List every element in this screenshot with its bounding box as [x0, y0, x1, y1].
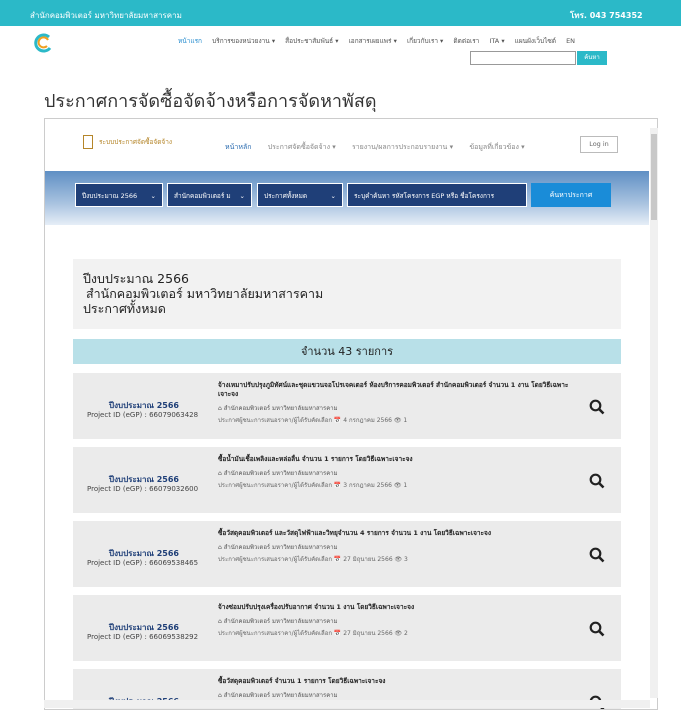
nav-item-pr[interactable]: สื่อประชาสัมพันธ์ ▾ [285, 37, 338, 45]
search-icon[interactable] [589, 547, 605, 563]
type-select[interactable]: ประกาศทั้งหมด ⌄ [257, 183, 343, 207]
inner-nav: ระบบประกาศจัดซื้อจัดจ้าง หน้าหลัก ประกาศ… [45, 119, 649, 171]
main-nav: หน้าแรก บริการของหน่วยงาน ▾ สื่อประชาสัม… [178, 36, 583, 46]
nav-item-sitemap[interactable]: แผนผังเว็บไซต์ [515, 37, 556, 45]
card-meta: ประกาศผู้ชนะการเสนอราคา/ผู้ได้รับคัดเลือ… [218, 417, 408, 424]
site-search-input[interactable] [470, 51, 576, 65]
card-meta: ประกาศผู้ชนะการเสนอราคา/ผู้ได้รับคัดเลือ… [218, 630, 408, 637]
chevron-down-icon: ⌄ [239, 192, 245, 200]
card-org-text: สำนักคอมพิวเตอร์ มหาวิทยาลัยมหาสารคาม [223, 405, 338, 412]
chevron-down-icon: ⌄ [330, 192, 336, 200]
org-select-value: สำนักคอมพิวเตอร์ ม [174, 192, 231, 200]
card-org: ⌂ สำนักคอมพิวเตอร์ มหาวิทยาลัยมหาสารคาม [218, 542, 338, 552]
card-org: ⌂ สำนักคอมพิวเตอร์ มหาวิทยาลัยมหาสารคาม [218, 616, 338, 626]
nav-item-contact[interactable]: ติดต่อเรา [453, 37, 479, 45]
vertical-scrollbar[interactable] [650, 128, 658, 698]
inner-link-reports[interactable]: รายงาน/ผลการประกอบรายงาน ▾ [352, 143, 453, 151]
procurement-logo-icon [83, 135, 93, 149]
card-org-text: สำนักคอมพิวเตอร์ มหาวิทยาลัยมหาสารคาม [223, 544, 338, 551]
search-icon[interactable] [589, 621, 605, 637]
header-year: ปีงบประมาณ 2566 [83, 271, 189, 286]
card-title[interactable]: ซื้อวัสดุคอมพิวเตอร์ จำนวน 1 รายการ โดยว… [218, 677, 573, 686]
inner-link-home[interactable]: หน้าหลัก [225, 143, 251, 151]
inner-link-related[interactable]: ข้อมูลที่เกี่ยวข้อง ▾ [469, 143, 524, 151]
card-org-text: สำนักคอมพิวเตอร์ มหาวิทยาลัยมหาสารคาม [223, 470, 338, 477]
card-title[interactable]: ซื้อน้ำมันเชื้อเพลิงและหล่อลื่น จำนวน 1 … [218, 455, 573, 464]
card-project-id: Project ID (eGP) : 66079032600 [87, 485, 199, 493]
card-org: ⌂ สำนักคอมพิวเตอร์ มหาวิทยาลัยมหาสารคาม [218, 403, 338, 413]
inner-link-announcements[interactable]: ประกาศจัดซื้อจัดจ้าง ▾ [268, 143, 336, 151]
result-count: จำนวน 43 รายการ [73, 339, 621, 364]
year-select-value: ปีงบประมาณ 2566 [82, 192, 138, 200]
nav-item-ita[interactable]: ITA ▾ [489, 37, 504, 45]
project-search-input[interactable]: ระบุคำค้นหา รหัสโครงการ EGP หรือ ชื่อโคร… [347, 183, 527, 207]
top-bar-phone: โทร. 043 754352 [570, 11, 643, 20]
card-project-id: Project ID (eGP) : 66069538465 [87, 559, 199, 567]
card-meta: ประกาศผู้ชนะการเสนอราคา/ผู้ได้รับคัดเลือ… [218, 556, 408, 563]
site-logo-icon[interactable] [32, 32, 54, 54]
top-bar-org[interactable]: สำนักคอมพิวเตอร์ มหาวิทยาลัยมหาสารคาม [30, 9, 182, 22]
list-item[interactable]: ปีงบประมาณ 2566 Project ID (eGP) : 66069… [73, 521, 621, 587]
card-project-id: Project ID (eGP) : 66079063428 [87, 411, 199, 419]
page-title: ประกาศการจัดซื้อจัดจ้างหรือการจัดหาพัสดุ [44, 91, 377, 112]
year-select[interactable]: ปีงบประมาณ 2566 ⌄ [75, 183, 163, 207]
site-search-button[interactable]: ค้นหา [577, 51, 607, 65]
card-title[interactable]: จ้างเหมาปรับปรุงภูมิทัศน์และชุดแขวนจอโปร… [218, 381, 573, 399]
horizontal-scrollbar[interactable] [44, 700, 650, 708]
card-title[interactable]: ซื้อวัสดุคอมพิวเตอร์ และวัสดุไฟฟ้าและวิท… [218, 529, 573, 538]
chevron-down-icon: ⌄ [150, 192, 156, 200]
list-item[interactable]: ปีงบประมาณ 2566 Project ID (eGP) : 66069… [73, 595, 621, 661]
list-item[interactable]: ปีงบประมาณ 2566 Project ID (eGP) : 66079… [73, 447, 621, 513]
card-org: ⌂ สำนักคอมพิวเตอร์ มหาวิทยาลัยมหาสารคาม [218, 468, 338, 478]
search-announcements-button[interactable]: ค้นหาประกาศ [531, 183, 611, 207]
card-meta: ประกาศผู้ชนะการเสนอราคา/ผู้ได้รับคัดเลือ… [218, 482, 408, 489]
card-org-text: สำนักคอมพิวเตอร์ มหาวิทยาลัยมหาสารคาม [223, 692, 338, 699]
nav-item-services[interactable]: บริการของหน่วยงาน ▾ [212, 37, 275, 45]
header-org: สำนักคอมพิวเตอร์ มหาวิทยาลัยมหาสารคาม [86, 286, 324, 301]
org-select[interactable]: สำนักคอมพิวเตอร์ ม ⌄ [167, 183, 252, 207]
filter-banner: ปีงบประมาณ 2566 ⌄ สำนักคอมพิวเตอร์ ม ⌄ ป… [45, 171, 649, 225]
card-title[interactable]: จ้างซ่อมปรับปรุงเครื่องปรับอากาศ จำนวน 1… [218, 603, 573, 612]
nav-item-about[interactable]: เกี่ยวกับเรา ▾ [407, 37, 443, 45]
scrollbar-thumb[interactable] [651, 134, 657, 220]
card-org-text: สำนักคอมพิวเตอร์ มหาวิทยาลัยมหาสารคาม [223, 618, 338, 625]
card-org: ⌂ สำนักคอมพิวเตอร์ มหาวิทยาลัยมหาสารคาม [218, 690, 338, 700]
procurement-logo-text[interactable]: ระบบประกาศจัดซื้อจัดจ้าง [99, 137, 172, 147]
nav-item-docs[interactable]: เอกสารเผยแพร่ ▾ [349, 37, 397, 45]
top-bar: สำนักคอมพิวเตอร์ มหาวิทยาลัยมหาสารคาม โท… [0, 0, 681, 26]
nav-item-en[interactable]: EN [566, 37, 575, 45]
type-select-value: ประกาศทั้งหมด [264, 192, 308, 200]
login-button[interactable]: Log in [580, 136, 618, 153]
card-project-id: Project ID (eGP) : 66069538292 [87, 633, 199, 641]
search-icon[interactable] [589, 399, 605, 415]
results-header: ปีงบประมาณ 2566 สำนักคอมพิวเตอร์ มหาวิทย… [73, 259, 621, 329]
search-icon[interactable] [589, 473, 605, 489]
embedded-procurement-frame: ระบบประกาศจัดซื้อจัดจ้าง หน้าหลัก ประกาศ… [44, 118, 658, 710]
header-type: ประกาศทั้งหมด [83, 301, 166, 316]
nav-item-home[interactable]: หน้าแรก [178, 37, 202, 45]
inner-links: หน้าหลัก ประกาศจัดซื้อจัดจ้าง ▾ รายงาน/ผ… [225, 142, 539, 153]
list-item[interactable]: ปีงบประมาณ 2566 Project ID (eGP) : 66079… [73, 373, 621, 439]
